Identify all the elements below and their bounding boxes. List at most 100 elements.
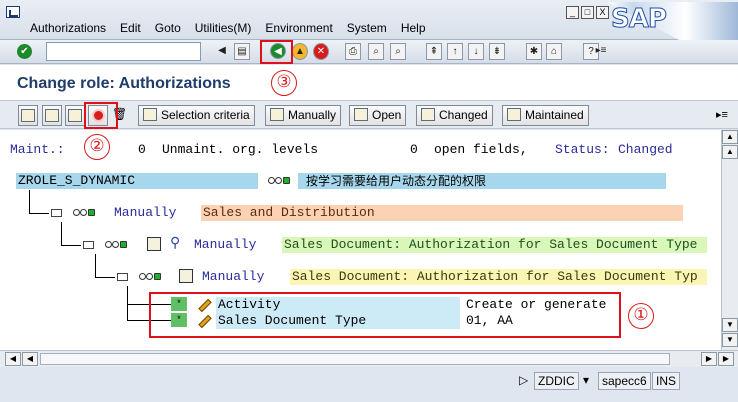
annotation-2: ②: [84, 134, 110, 160]
open-label: Open: [372, 108, 402, 122]
changed-label: Changed: [439, 108, 488, 122]
scroll-right-icon[interactable]: ▶: [701, 352, 717, 366]
annotation-1: ①: [628, 303, 654, 329]
close-button[interactable]: X: [596, 6, 609, 19]
status-play-icon[interactable]: ▷: [516, 372, 531, 390]
previous-page-icon[interactable]: ↑: [447, 43, 463, 60]
sap-logo: SAP: [611, 4, 668, 35]
scroll-up-icon[interactable]: ▲: [722, 145, 738, 159]
status-value: Changed: [618, 142, 673, 157]
changed-button[interactable]: Changed: [416, 105, 493, 126]
menu-bar: Authorizations Edit Goto Utilities(M) En…: [0, 0, 738, 40]
system-menu-icon[interactable]: [6, 6, 20, 18]
traffic-light-icon: [73, 208, 95, 218]
tree-line: [127, 286, 128, 320]
highlight-box: [149, 292, 621, 338]
annotation-3: ③: [271, 70, 297, 96]
tree-line: [61, 245, 81, 246]
menu-items: Authorizations Edit Goto Utilities(M) En…: [30, 21, 440, 35]
horizontal-scroll-thumb[interactable]: [40, 353, 670, 365]
collapse-all-icon[interactable]: [42, 105, 62, 126]
collapse-left-icon[interactable]: ◀: [214, 43, 230, 60]
unmaint-label: Unmaint. org. levels: [162, 142, 319, 157]
user-icon: ⚲: [170, 236, 181, 252]
enter-icon[interactable]: ✔: [17, 44, 32, 59]
menu-edit[interactable]: Edit: [120, 21, 141, 35]
command-field[interactable]: [46, 42, 244, 61]
scroll-down-icon[interactable]: ▼: [722, 333, 738, 347]
level2-text: Sales Document: Authorization for Sales …: [282, 237, 707, 253]
menu-environment[interactable]: Environment: [265, 21, 332, 35]
status-server: sapecc6: [598, 372, 651, 390]
status-client: ZDDIC: [534, 372, 579, 390]
menu-goto[interactable]: Goto: [155, 21, 181, 35]
folder-icon[interactable]: [117, 273, 128, 281]
maintained-button[interactable]: Maintained: [502, 105, 589, 126]
scroll-up-icon[interactable]: ▲: [722, 130, 738, 144]
title-bar: Change role: Authorizations: [0, 65, 738, 101]
tree-line: [95, 277, 115, 278]
selection-criteria-button[interactable]: Selection criteria: [138, 105, 255, 126]
highlight-box: [260, 40, 293, 64]
scroll-left-icon[interactable]: ◀: [22, 352, 38, 366]
folder-icon[interactable]: [83, 241, 94, 249]
save-icon[interactable]: ▤: [234, 43, 250, 60]
minimize-button[interactable]: _: [566, 6, 579, 19]
menu-authorizations[interactable]: Authorizations: [30, 21, 106, 35]
status-mode: INS: [652, 372, 681, 390]
vertical-scrollbar[interactable]: ▲ ▲ ▼ ▼: [721, 130, 738, 350]
status-label: Status:: [555, 142, 610, 157]
app-toolbar-more-icon[interactable]: ▸≡: [716, 108, 728, 121]
level3-text: Sales Document: Authorization for Sales …: [290, 269, 707, 285]
expand-all-icon[interactable]: [18, 105, 38, 126]
new-session-icon[interactable]: ✱: [526, 43, 542, 60]
detail-view-icon[interactable]: [65, 105, 85, 126]
selection-criteria-icon: [143, 108, 157, 121]
menu-help[interactable]: Help: [401, 21, 426, 35]
tree-line: [61, 222, 62, 246]
tree-line: [29, 190, 30, 214]
level2-status[interactable]: Manually: [194, 237, 256, 253]
open-icon: [354, 108, 368, 121]
role-description: 按学习需要给用户动态分配的权限: [298, 173, 666, 189]
scroll-left-icon[interactable]: ◀: [5, 352, 21, 366]
level1-status[interactable]: Manually: [114, 205, 176, 221]
highlight-box: [84, 102, 118, 129]
sap-window: Authorizations Edit Goto Utilities(M) En…: [0, 0, 738, 402]
next-page-icon[interactable]: ↓: [468, 43, 484, 60]
traffic-light-icon: [139, 272, 161, 282]
changed-icon: [421, 108, 435, 121]
level3-status[interactable]: Manually: [202, 269, 264, 285]
folder-icon[interactable]: [51, 209, 62, 217]
open-button[interactable]: Open: [349, 105, 407, 126]
scroll-down-icon[interactable]: ▼: [722, 318, 738, 332]
print-icon[interactable]: ⎙: [345, 43, 361, 60]
manually-button[interactable]: Manually: [265, 105, 342, 126]
maint-label: Maint.:: [10, 142, 65, 157]
standard-toolbar: ✔ ◀ ▤ ◀ ▲ ✕ ⎙ ⌕ ⌕ ⇞ ↑ ↓ ⇟ ✱ ⌂ ? ▸≡: [0, 40, 738, 64]
find-icon[interactable]: ⌕: [368, 43, 384, 60]
first-page-icon[interactable]: ⇞: [426, 43, 442, 60]
maintained-icon: [507, 108, 521, 121]
status-dropdown-icon[interactable]: ▾: [580, 372, 596, 390]
layout-menu-icon[interactable]: ▸≡: [593, 43, 609, 60]
scroll-right-icon[interactable]: ▶: [718, 352, 734, 366]
role-name[interactable]: ZROLE_S_DYNAMIC: [16, 173, 258, 189]
cancel-icon[interactable]: ✕: [313, 43, 329, 60]
open-count: 0: [410, 142, 418, 157]
horizontal-scrollbar[interactable]: ◀ ◀ ▶ ▶: [0, 350, 738, 367]
last-page-icon[interactable]: ⇟: [489, 43, 505, 60]
maintained-label: Maintained: [525, 108, 584, 122]
selection-criteria-label: Selection criteria: [161, 108, 250, 122]
restore-button[interactable]: □: [581, 6, 594, 19]
manually-icon: [270, 108, 284, 121]
find-next-icon[interactable]: ⌕: [390, 43, 406, 60]
traffic-light-icon: [105, 240, 127, 250]
menu-system[interactable]: System: [347, 21, 387, 35]
open-label: open fields,: [434, 142, 528, 157]
menu-utilities[interactable]: Utilities(M): [195, 21, 252, 35]
unmaint-count: 0: [138, 142, 146, 157]
shortcut-icon[interactable]: ⌂: [546, 43, 562, 60]
manually-label: Manually: [288, 108, 337, 122]
exit-icon[interactable]: ▲: [292, 43, 308, 60]
